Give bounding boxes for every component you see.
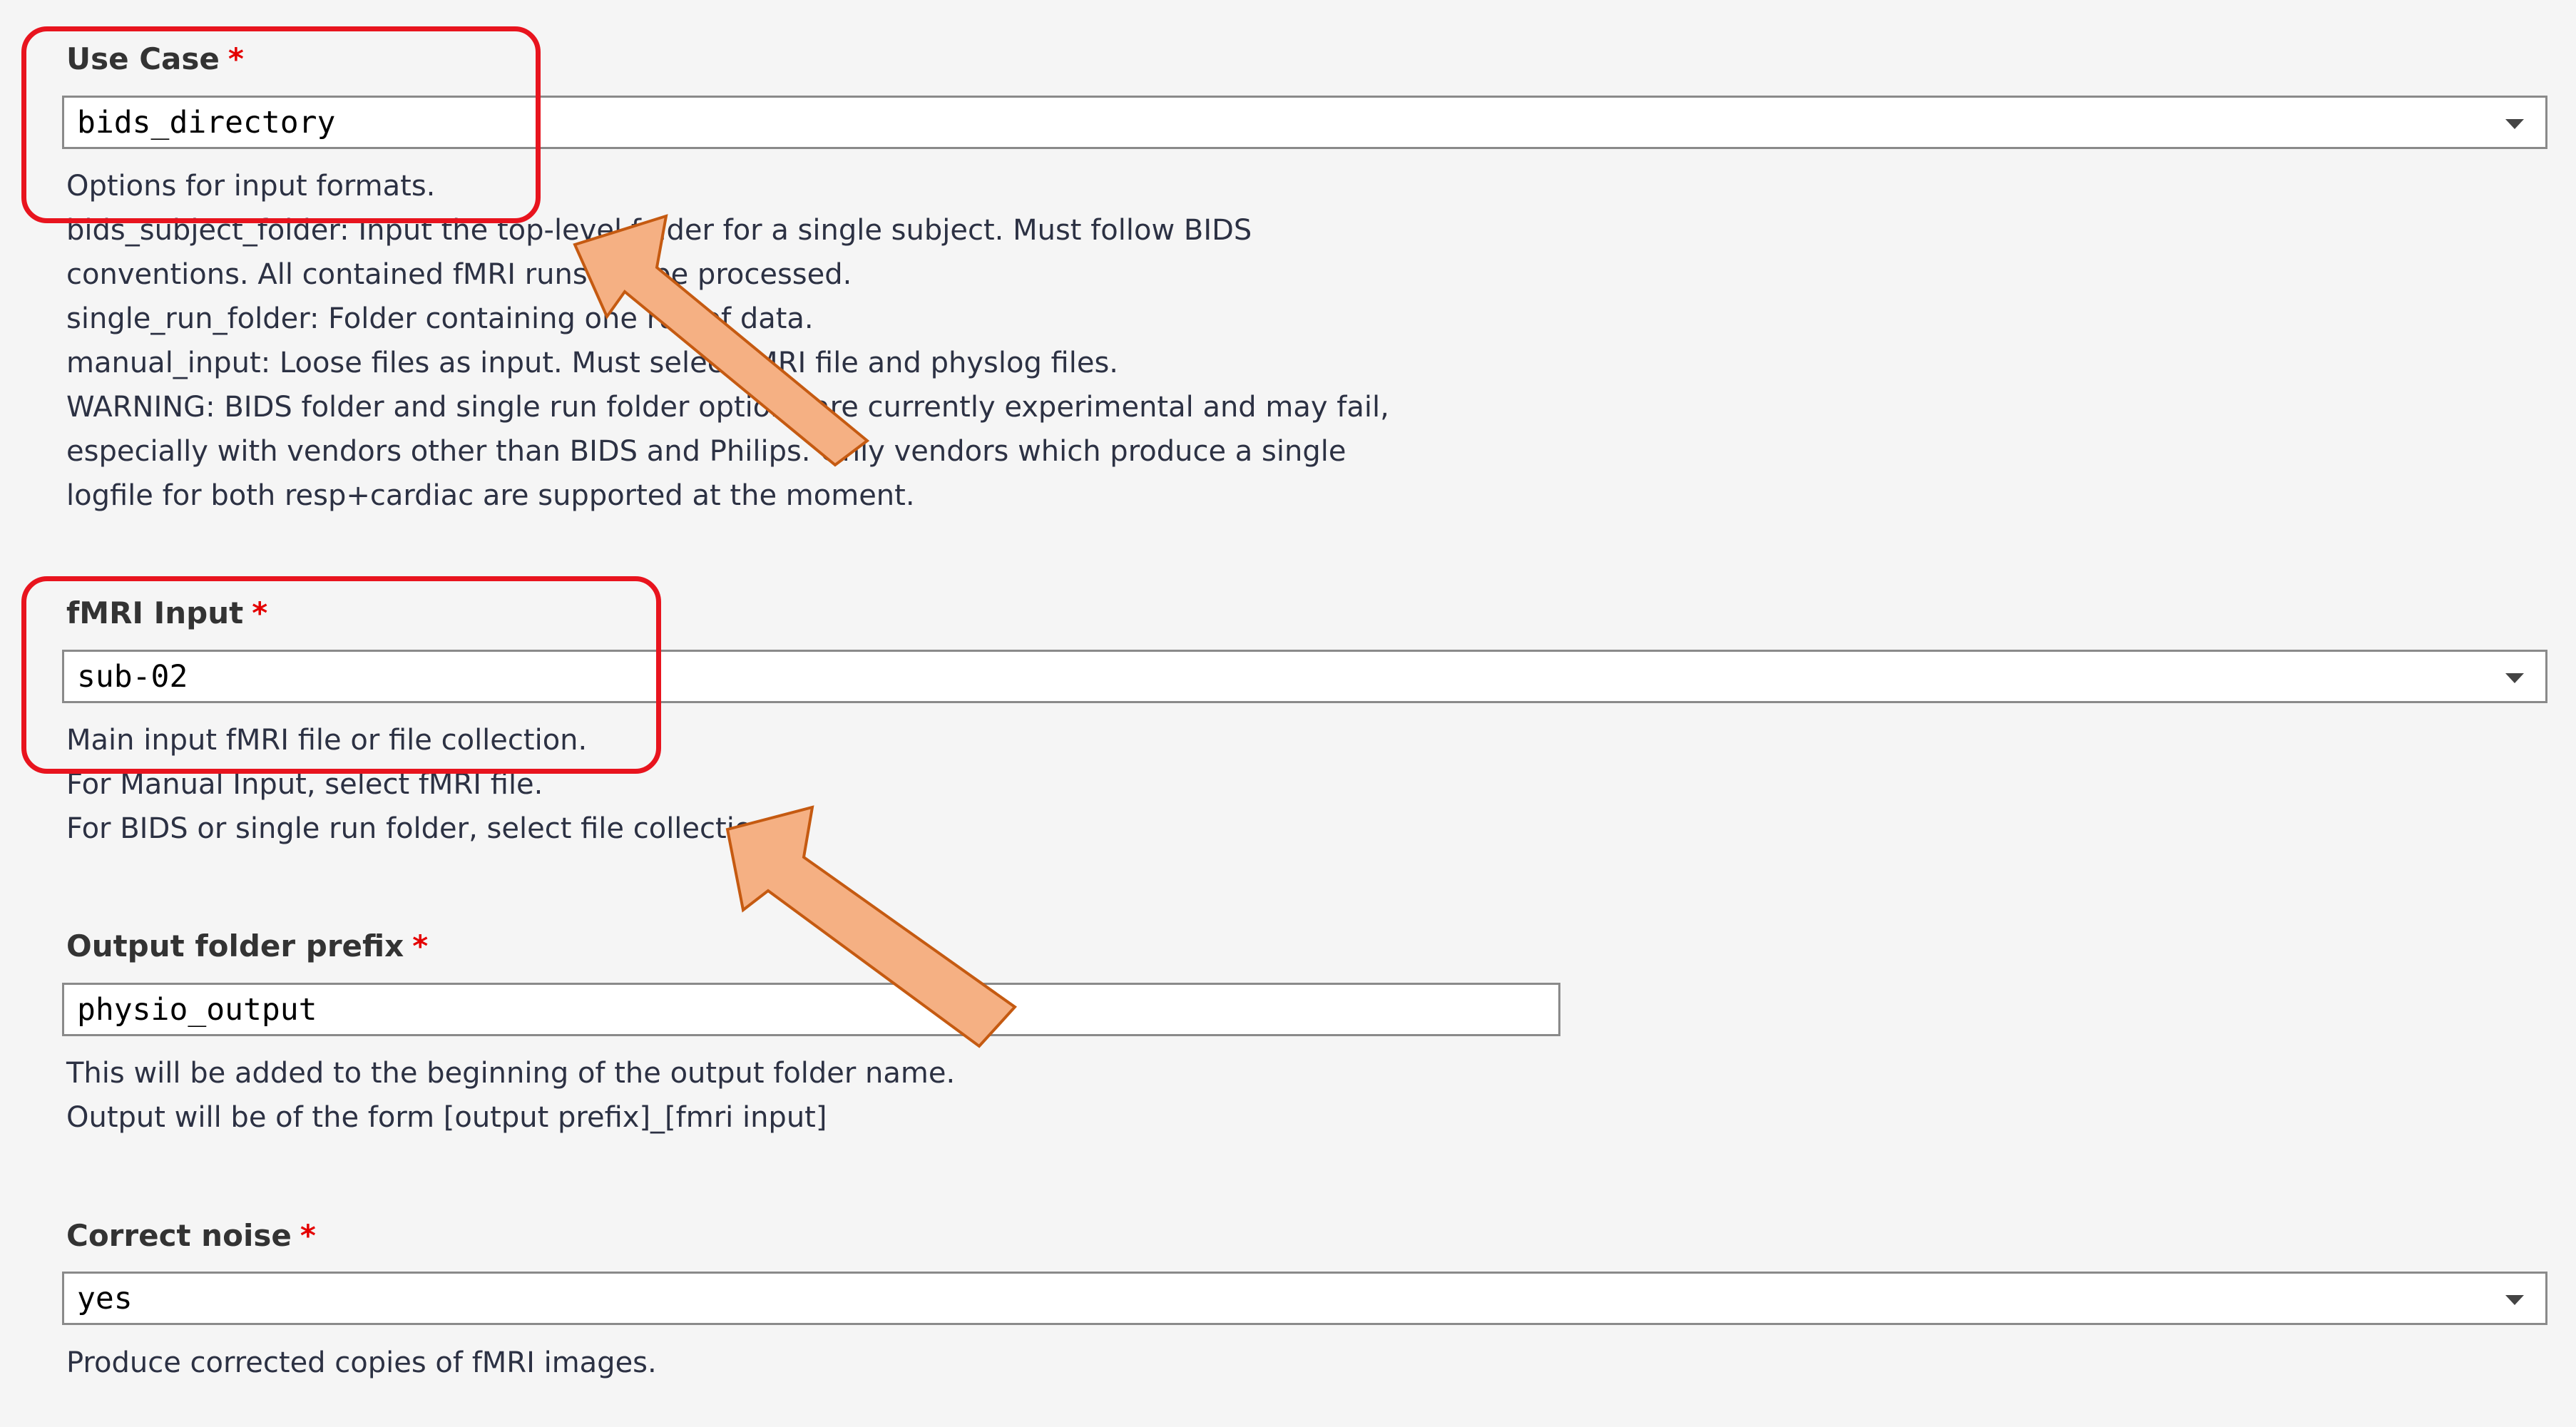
correct-noise-selected-value: yes: [77, 1281, 133, 1316]
output-prefix-value: physio_output: [77, 992, 317, 1028]
help-line: single_run_folder: Folder containing one…: [66, 302, 814, 335]
chevron-down-icon[interactable]: [2505, 1295, 2524, 1305]
help-line: Options for input formats.: [66, 170, 436, 203]
help-line: especially with vendors other than BIDS …: [66, 435, 1346, 468]
correct-noise-help-text: Produce corrected copies of fMRI images.: [66, 1341, 657, 1385]
correct-noise-select[interactable]: yes: [62, 1272, 2547, 1325]
output-prefix-label-text: Output folder prefix: [66, 929, 404, 963]
help-line: logfile for both resp+cardiac are suppor…: [66, 479, 915, 512]
help-line: WARNING: BIDS folder and single run fold…: [66, 391, 1389, 424]
use-case-select[interactable]: bids_directory: [62, 96, 2547, 149]
fmri-input-select[interactable]: sub-02: [62, 650, 2547, 703]
chevron-down-icon[interactable]: [2505, 119, 2524, 129]
required-mark: *: [300, 1218, 316, 1253]
output-prefix-help-text: This will be added to the beginning of t…: [66, 1051, 955, 1140]
help-line: bids_subject_folder: Input the top-level…: [66, 214, 1252, 247]
use-case-help-text: Options for input formats. bids_subject_…: [66, 164, 1389, 518]
help-line: This will be added to the beginning of t…: [66, 1057, 956, 1090]
correct-noise-label-text: Correct noise: [66, 1218, 292, 1253]
fmri-input-label-text: fMRI Input: [66, 595, 244, 630]
use-case-selected-value: bids_directory: [77, 105, 336, 140]
fmri-input-selected-value: sub-02: [77, 659, 188, 695]
help-line: Produce corrected copies of fMRI images.: [66, 1346, 657, 1379]
output-prefix-input[interactable]: physio_output: [62, 983, 1560, 1036]
correct-noise-label: Correct noise *: [66, 1218, 316, 1253]
fmri-input-help-text: Main input fMRI file or file collection.…: [66, 718, 779, 851]
required-mark: *: [228, 41, 244, 76]
output-prefix-label: Output folder prefix *: [66, 929, 428, 963]
use-case-label: Use Case *: [66, 41, 244, 76]
chevron-down-icon[interactable]: [2505, 673, 2524, 683]
help-line: conventions. All contained fMRI runs wil…: [66, 258, 852, 291]
help-line: manual_input: Loose files as input. Must…: [66, 347, 1119, 379]
required-mark: *: [412, 929, 429, 963]
fmri-input-label: fMRI Input *: [66, 595, 267, 630]
help-line: Main input fMRI file or file collection.: [66, 724, 588, 757]
use-case-label-text: Use Case: [66, 41, 220, 76]
help-line: For BIDS or single run folder, select fi…: [66, 812, 780, 845]
help-line: For Manual Input, select fMRI file.: [66, 768, 543, 801]
required-mark: *: [252, 595, 268, 630]
help-line: Output will be of the form [output prefi…: [66, 1101, 827, 1134]
